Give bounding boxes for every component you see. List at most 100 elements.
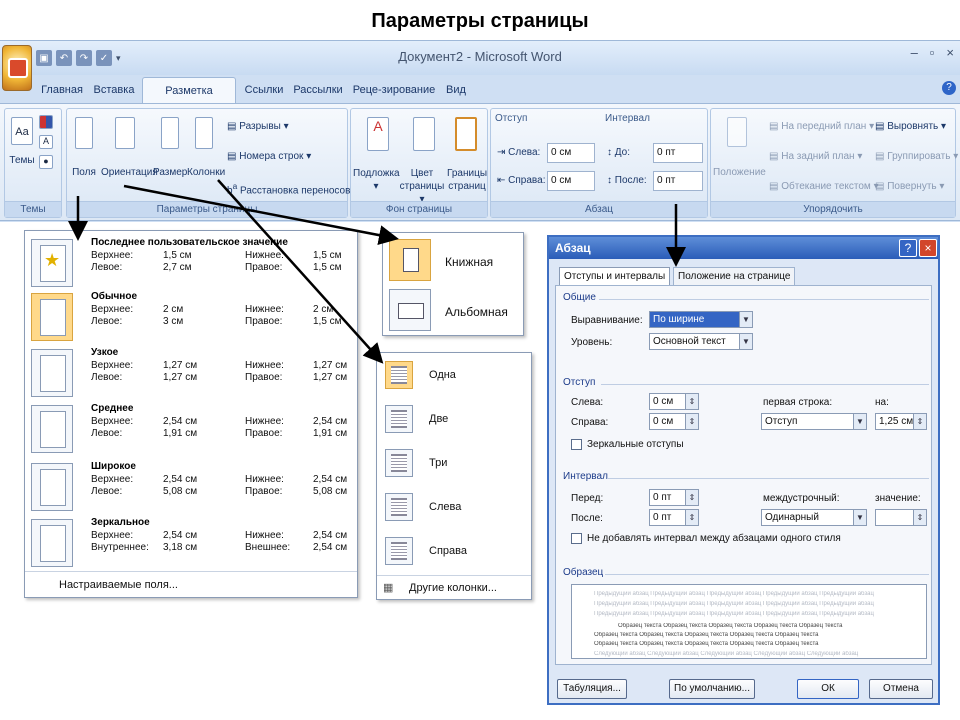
- position-button[interactable]: Положение: [713, 167, 766, 178]
- cancel-button[interactable]: Отмена: [869, 679, 933, 699]
- tabs-button[interactable]: Табуляция...: [557, 679, 627, 699]
- line-numbers-button[interactable]: ▤ Номера строк ▾: [227, 151, 311, 162]
- size-button[interactable]: Размер: [153, 167, 187, 178]
- margin-preset-item[interactable]: Широкое Верхнее: 2,54 см Нижнее: 2,54 см Лево…: [25, 461, 357, 517]
- tab-insert[interactable]: Вставка: [92, 77, 136, 103]
- orientation-button[interactable]: Ориентация: [101, 167, 158, 178]
- tab-page-layout[interactable]: Разметка страницы: [142, 77, 236, 123]
- send-to-back-button[interactable]: ▤ На задний план ▾: [769, 151, 862, 162]
- margin-top-label: Верхнее:: [91, 360, 134, 371]
- tab-mailings[interactable]: Рассылки: [292, 77, 344, 103]
- columns-preset-icon[interactable]: [385, 405, 413, 433]
- themes-icon[interactable]: Aa: [11, 117, 33, 145]
- columns-preset-icon[interactable]: [385, 537, 413, 565]
- ribbon-tabs: Главная Вставка Разметка страницы Ссылки…: [0, 77, 960, 123]
- spelling-icon[interactable]: ✓: [96, 50, 112, 66]
- watermark-button[interactable]: Подложка ▾: [353, 167, 400, 193]
- columns-preset-item[interactable]: Одна: [429, 369, 456, 381]
- columns-preset-icon[interactable]: [385, 361, 413, 389]
- divider: [601, 384, 929, 385]
- help-icon[interactable]: ?: [942, 81, 956, 95]
- tab-home[interactable]: Главная: [40, 77, 84, 103]
- landscape-item[interactable]: Альбомная: [445, 305, 508, 319]
- margin-preset-name: Широкое: [91, 461, 136, 472]
- redo-icon[interactable]: ↷: [76, 50, 92, 66]
- columns-preset-item[interactable]: Две: [429, 413, 448, 425]
- bring-to-front-button[interactable]: ▤ На передний план ▾: [769, 121, 874, 132]
- restore-button[interactable]: ▫: [930, 45, 935, 60]
- margin-preset-item[interactable]: ★ Последнее пользовательское значение Верх…: [25, 237, 357, 293]
- custom-margins-item[interactable]: Настраиваемые поля...: [59, 579, 178, 591]
- margin-left-label: Левое:: [91, 428, 123, 439]
- theme-effects-icon[interactable]: ●: [39, 155, 53, 169]
- spacing-before-spinner[interactable]: 0 пт ⇕: [649, 489, 699, 506]
- margin-preview-icon: [31, 519, 73, 567]
- line-spacing-select[interactable]: Одинарный ▼: [761, 509, 867, 526]
- dialog-help-button[interactable]: ?: [899, 239, 917, 257]
- group-arrange: Положение ▤ На передний план ▾ ▤ На задн…: [710, 108, 958, 218]
- margins-button[interactable]: Поля: [69, 167, 99, 178]
- tab-view[interactable]: Вид: [442, 77, 470, 103]
- spacing-after-input[interactable]: 0 пт: [653, 171, 703, 191]
- hyphenation-button[interactable]: ba Расстановка переносов ▾: [227, 181, 358, 196]
- spacing-title: Интервал: [605, 113, 650, 124]
- theme-fonts-icon[interactable]: A: [39, 135, 53, 149]
- columns-preset-icon[interactable]: [385, 493, 413, 521]
- margin-right-label: Внешнее:: [245, 542, 291, 553]
- columns-preset-item[interactable]: Слева: [429, 501, 461, 513]
- indent-by-spinner[interactable]: 1,25 см ⇕: [875, 413, 927, 430]
- chevron-down-icon: ▼: [739, 334, 752, 349]
- first-line-select[interactable]: Отступ ▼: [761, 413, 867, 430]
- spacing-before-input[interactable]: 0 пт: [653, 143, 703, 163]
- columns-button[interactable]: Колонки: [187, 167, 225, 178]
- landscape-icon[interactable]: [389, 289, 431, 331]
- portrait-icon[interactable]: [389, 239, 431, 281]
- margin-preset-item[interactable]: Зеркальное Верхнее: 2,54 см Нижнее: 2,54 см В…: [25, 517, 357, 573]
- indent-right-spinner[interactable]: 0 см ⇕: [649, 413, 699, 430]
- tab-line-page-breaks[interactable]: Положение на странице: [673, 267, 796, 285]
- align-button[interactable]: ▤ Выровнять ▾: [875, 121, 946, 132]
- preview-sample-line: Образец текста Образец текста Образец те…: [618, 623, 843, 629]
- breaks-button[interactable]: ▤ Разрывы ▾: [227, 121, 289, 132]
- level-select[interactable]: Основной текст ▼: [649, 333, 753, 350]
- indent-left-spinner[interactable]: 0 см ⇕: [649, 393, 699, 410]
- alignment-select[interactable]: По ширине ▼: [649, 311, 753, 328]
- indent-left-input[interactable]: 0 см: [547, 143, 595, 163]
- margin-preset-name: Среднее: [91, 403, 134, 414]
- tab-review[interactable]: Реце-зирование: [352, 77, 436, 103]
- columns-preset-icon[interactable]: [385, 449, 413, 477]
- columns-preset-item[interactable]: Справа: [429, 545, 467, 557]
- dialog-close-button[interactable]: ×: [919, 239, 937, 257]
- theme-colors-icon[interactable]: [39, 115, 53, 129]
- margin-preset-item[interactable]: Узкое Верхнее: 1,27 см Нижнее: 1,27 см Левое:…: [25, 347, 357, 403]
- spacing-value-spinner[interactable]: ⇕: [875, 509, 927, 526]
- text-wrapping-button[interactable]: ▤ Обтекание текстом ▾: [769, 181, 879, 192]
- mirror-indents-checkbox[interactable]: [571, 439, 582, 450]
- ok-button[interactable]: ОК: [797, 679, 859, 699]
- more-columns-item[interactable]: Другие колонки...: [409, 582, 497, 594]
- margin-preset-item[interactable]: Обычное Верхнее: 2 см Нижнее: 2 см Левое: 3 см…: [25, 291, 357, 347]
- margin-preset-item[interactable]: Среднее Верхнее: 2,54 см Нижнее: 2,54 см Лево…: [25, 403, 357, 459]
- margin-preset-name: Зеркальное: [91, 517, 150, 528]
- themes-button[interactable]: Темы: [9, 155, 35, 166]
- portrait-item[interactable]: Книжная: [445, 255, 493, 269]
- columns-preset-item[interactable]: Три: [429, 457, 447, 469]
- page-borders-button[interactable]: Границы страниц: [445, 167, 489, 193]
- no-space-same-style-checkbox[interactable]: [571, 533, 582, 544]
- set-default-button[interactable]: По умолчанию...: [669, 679, 755, 699]
- tab-indents-spacing[interactable]: Отступы и интервалы: [559, 267, 671, 285]
- position-icon: [727, 117, 747, 147]
- undo-icon[interactable]: ↶: [56, 50, 72, 66]
- dialog-title: Абзац: [549, 237, 938, 259]
- tab-references[interactable]: Ссылки: [242, 77, 286, 103]
- indent-right-input[interactable]: 0 см: [547, 171, 595, 191]
- group-button[interactable]: ▤ Группировать ▾: [875, 151, 958, 162]
- window-controls: – ▫ ×: [911, 45, 954, 60]
- minimize-button[interactable]: –: [911, 45, 918, 60]
- margin-left-label: Левое:: [91, 486, 123, 497]
- spacing-after-spinner[interactable]: 0 пт ⇕: [649, 509, 699, 526]
- qat-dropdown-icon[interactable]: ▾: [116, 53, 121, 64]
- close-button[interactable]: ×: [946, 45, 954, 60]
- rotate-button[interactable]: ▤ Повернуть ▾: [875, 181, 944, 192]
- save-icon[interactable]: ▣: [36, 50, 52, 66]
